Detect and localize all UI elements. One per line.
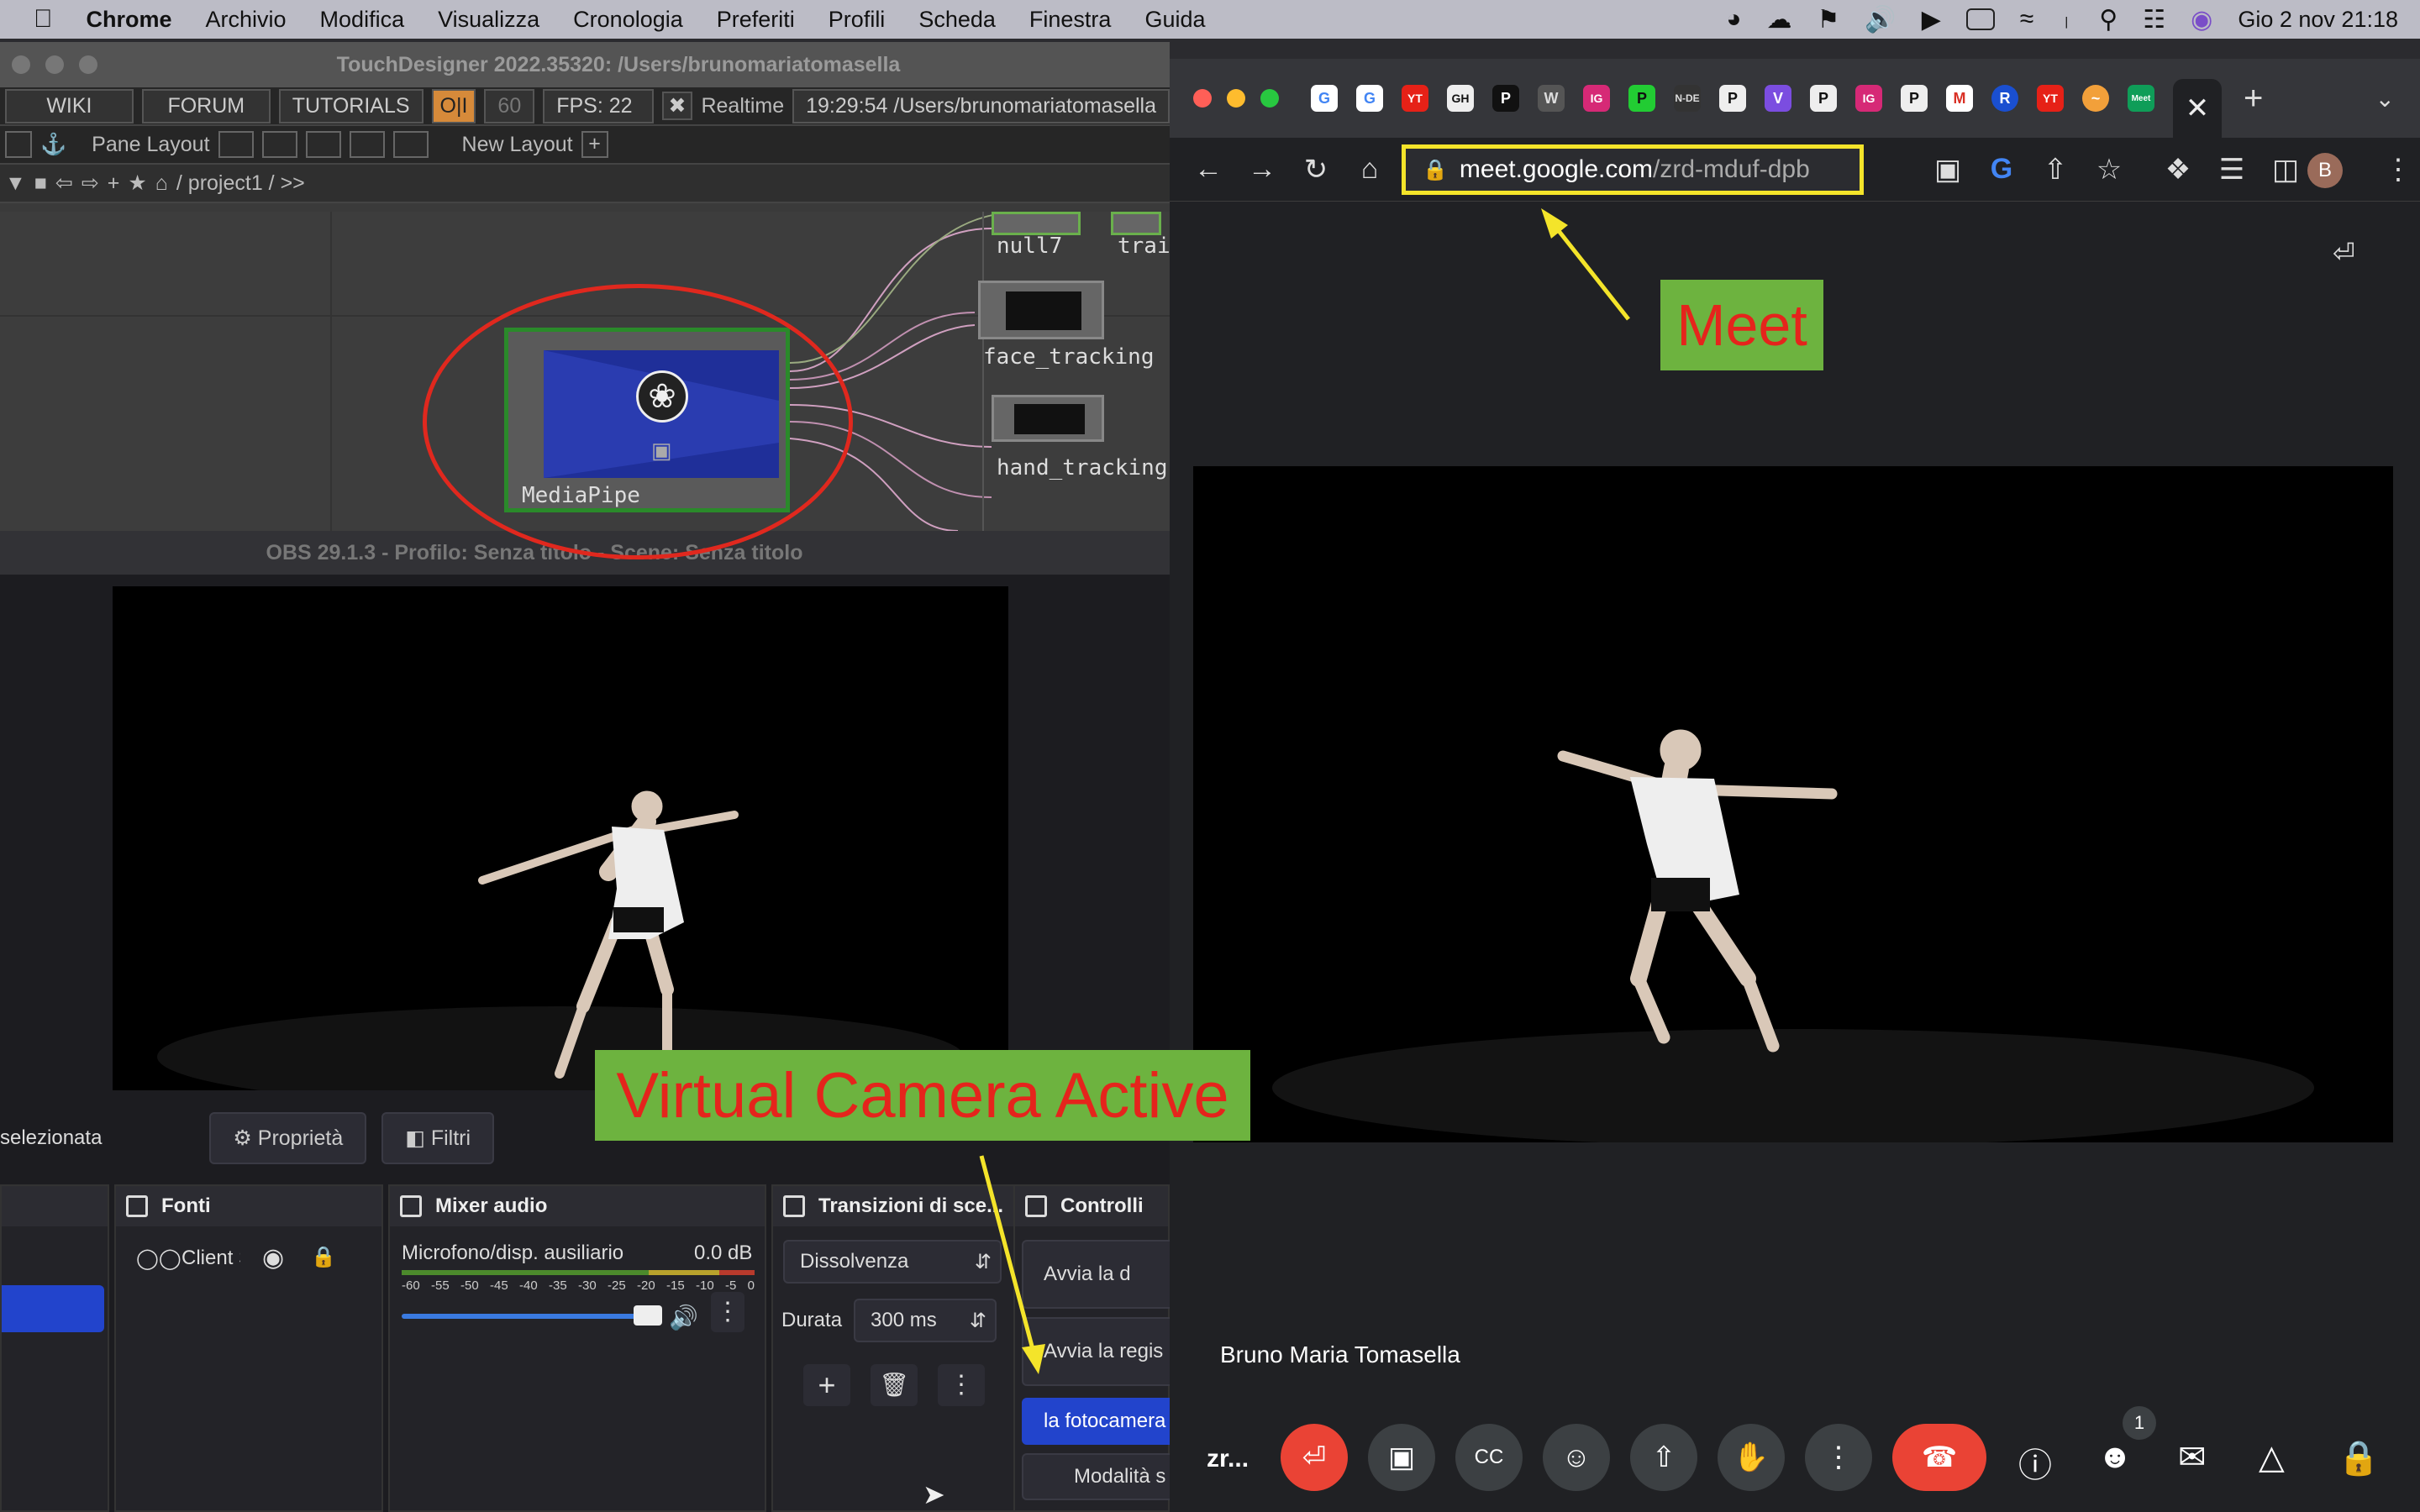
meet-arrow-head xyxy=(1541,208,1568,239)
vcam-arrow-head xyxy=(1022,1344,1045,1374)
virtual-camera-annotation: Virtual Camera Active xyxy=(595,1050,1250,1141)
annotation-arrows xyxy=(979,208,1630,1374)
